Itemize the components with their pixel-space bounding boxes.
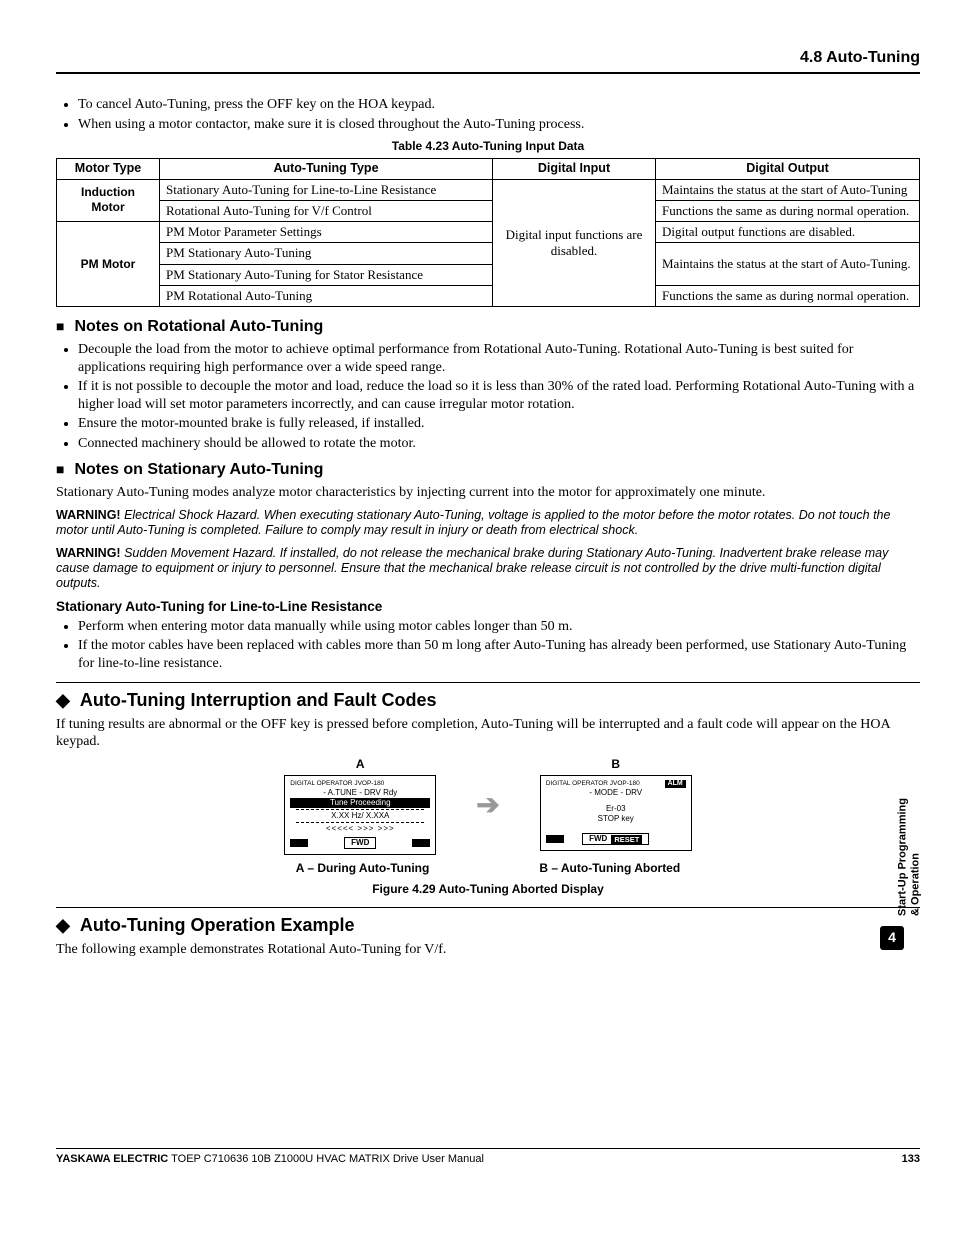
th-digital-input: Digital Input [493, 159, 656, 180]
panel-a-sym: <<<<< >>> >>> [290, 824, 430, 834]
warning-body: Electrical Shock Hazard. When executing … [56, 508, 890, 537]
panel-a-inv: Tune Proceeding [290, 798, 430, 808]
warning-body: Sudden Movement Hazard. If installed, do… [56, 546, 888, 590]
cell-output: Functions the same as during normal oper… [656, 200, 920, 221]
figure-sub-captions: A – During Auto-Tuning B – Auto-Tuning A… [56, 861, 920, 876]
figure-panels: A DIGITAL OPERATOR JVOP-180 ALM - A.TUNE… [56, 757, 920, 856]
panel-b-line2: Er-03 [546, 804, 686, 814]
page-header: 4.8 Auto-Tuning [56, 48, 920, 74]
fwd-box: FWD RESET [582, 833, 649, 845]
rotational-bullets: Decouple the load from the motor to achi… [56, 341, 920, 452]
table-row: PM Motor PM Motor Parameter Settings Dig… [57, 222, 920, 243]
panel-b-top-left: DIGITAL OPERATOR JVOP-180 [546, 780, 640, 789]
side-chapter-number: 4 [880, 926, 904, 950]
bullet: Connected machinery should be allowed to… [78, 435, 920, 453]
cell-tuning: Stationary Auto-Tuning for Line-to-Line … [160, 179, 493, 200]
cell-tuning: PM Motor Parameter Settings [160, 222, 493, 243]
heading-stationary: Notes on Stationary Auto-Tuning [56, 460, 920, 480]
bullet: If the motor cables have been replaced w… [78, 637, 920, 672]
fwd-box: FWD [344, 837, 376, 849]
th-tuning-type: Auto-Tuning Type [160, 159, 493, 180]
bullet: When using a motor contactor, make sure … [78, 116, 920, 134]
panel-a-line2: X.XX Hz/ X.XXA [290, 811, 430, 821]
cell-output: Maintains the status at the start of Aut… [656, 243, 920, 286]
bullet: Perform when entering motor data manuall… [78, 618, 920, 636]
page-footer: YASKAWA ELECTRIC TOEP C710636 10B Z1000U… [56, 1148, 920, 1167]
intro-bullets: To cancel Auto-Tuning, press the OFF key… [56, 96, 920, 133]
panel-label-a: A [356, 757, 365, 772]
table-row: Induction Motor Stationary Auto-Tuning f… [57, 179, 920, 200]
table-row: PM Stationary Auto-Tuning Maintains the … [57, 243, 920, 264]
cell-tuning: PM Stationary Auto-Tuning for Stator Res… [160, 264, 493, 285]
cell-motor-type: Induction Motor [57, 179, 160, 222]
footer-page: 133 [902, 1153, 920, 1167]
cell-output: Maintains the status at the start of Aut… [656, 179, 920, 200]
bullet: Decouple the load from the motor to achi… [78, 341, 920, 376]
side-tab: Start-Up Programming & Operation [897, 798, 922, 916]
bullet: Ensure the motor-mounted brake is fully … [78, 415, 920, 433]
interrupt-intro: If tuning results are abnormal or the OF… [56, 716, 920, 751]
cell-tuning: PM Rotational Auto-Tuning [160, 285, 493, 306]
panel-b-line3: STOP key [546, 814, 686, 824]
table-row: PM Rotational Auto-Tuning Functions the … [57, 285, 920, 306]
th-motor-type: Motor Type [57, 159, 160, 180]
heading-example: Auto-Tuning Operation Example [56, 907, 920, 937]
bullet: To cancel Auto-Tuning, press the OFF key… [78, 96, 920, 114]
cell-motor-type: PM Motor [57, 222, 160, 307]
autotuning-table: Motor Type Auto-Tuning Type Digital Inpu… [56, 158, 920, 307]
example-intro: The following example demonstrates Rotat… [56, 941, 920, 959]
cell-output: Functions the same as during normal oper… [656, 285, 920, 306]
stationary-sub-bullets: Perform when entering motor data manuall… [56, 618, 920, 673]
heading-interrupt: Auto-Tuning Interruption and Fault Codes [56, 682, 920, 712]
panel-a-top-left: DIGITAL OPERATOR JVOP-180 [290, 780, 384, 789]
left-indicator [290, 839, 308, 847]
figure-caption: Figure 4.29 Auto-Tuning Aborted Display [56, 882, 920, 897]
arrow-icon: ➔ [476, 788, 499, 823]
stationary-intro: Stationary Auto-Tuning modes analyze mot… [56, 484, 920, 502]
subheading-stationary-line: Stationary Auto-Tuning for Line-to-Line … [56, 599, 920, 616]
table-caption: Table 4.23 Auto-Tuning Input Data [56, 139, 920, 154]
display-panel-b: DIGITAL OPERATOR JVOP-180 ALM - MODE - D… [540, 775, 692, 852]
warning-block: WARNING! Sudden Movement Hazard. If inst… [56, 546, 920, 591]
caption-b: B – Auto-Tuning Aborted [539, 861, 680, 876]
cell-output: Digital output functions are disabled. [656, 222, 920, 243]
heading-rotational: Notes on Rotational Auto-Tuning [56, 317, 920, 337]
warning-block: WARNING! Electrical Shock Hazard. When e… [56, 508, 920, 538]
caption-a: A – During Auto-Tuning [296, 861, 430, 876]
table-row: Rotational Auto-Tuning for V/f Control F… [57, 200, 920, 221]
footer-doc: TOEP C710636 10B Z1000U HVAC MATRIX Driv… [168, 1153, 484, 1165]
panel-a-line1: - A.TUNE - DRV Rdy [290, 788, 430, 798]
reset-badge: RESET [611, 835, 642, 844]
cell-tuning: PM Stationary Auto-Tuning [160, 243, 493, 264]
right-indicator [412, 839, 430, 847]
warning-lead: WARNING! [56, 508, 121, 522]
warning-lead: WARNING! [56, 546, 121, 560]
left-indicator [546, 835, 564, 843]
th-digital-output: Digital Output [656, 159, 920, 180]
display-panel-a: DIGITAL OPERATOR JVOP-180 ALM - A.TUNE -… [284, 775, 436, 856]
cell-digital-input: Digital input functions are disabled. [493, 179, 656, 307]
panel-b-line1: - MODE - DRV [546, 788, 686, 798]
footer-brand: YASKAWA ELECTRIC [56, 1153, 168, 1165]
bullet: If it is not possible to decouple the mo… [78, 378, 920, 413]
alm-badge: ALM [665, 780, 686, 789]
cell-tuning: Rotational Auto-Tuning for V/f Control [160, 200, 493, 221]
panel-label-b: B [611, 757, 620, 772]
